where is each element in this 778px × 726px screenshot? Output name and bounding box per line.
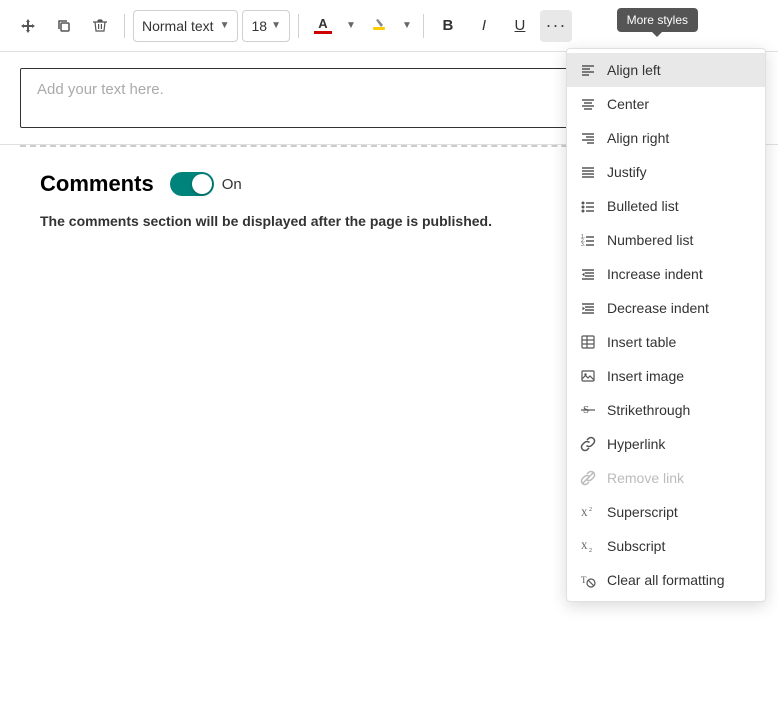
- dropdown-item-clear-formatting[interactable]: T Clear all formatting: [567, 563, 765, 597]
- clear-formatting-label: Clear all formatting: [607, 572, 725, 588]
- decrease-indent-label: Decrease indent: [607, 300, 709, 316]
- dropdown-item-insert-table[interactable]: Insert table: [567, 325, 765, 359]
- style-label: Normal text: [142, 18, 214, 34]
- increase-indent-icon: [579, 265, 597, 283]
- italic-label: I: [482, 17, 486, 34]
- clear-format-icon: T: [579, 571, 597, 589]
- increase-indent-label: Increase indent: [607, 266, 703, 282]
- dropdown-item-justify[interactable]: Justify: [567, 155, 765, 189]
- align-left-icon: [579, 61, 597, 79]
- strikethrough-icon: S: [579, 401, 597, 419]
- toggle-knob: [192, 174, 212, 194]
- toggle-wrapper: On: [170, 172, 242, 196]
- dropdown-item-align-left[interactable]: Align left: [567, 53, 765, 87]
- font-size-value: 18: [251, 18, 267, 34]
- svg-text:2: 2: [589, 548, 592, 554]
- dropdown-item-superscript[interactable]: X2 Superscript: [567, 495, 765, 529]
- decrease-indent-icon: [579, 299, 597, 317]
- more-dots-icon: ···: [545, 15, 566, 36]
- more-styles-tooltip: More styles: [617, 8, 698, 32]
- svg-text:2: 2: [589, 507, 592, 513]
- hyperlink-icon: [579, 435, 597, 453]
- svg-text:3.: 3.: [581, 242, 585, 248]
- justify-label: Justify: [607, 164, 647, 180]
- subscript-icon: X2: [579, 537, 597, 555]
- align-right-label: Align right: [607, 130, 669, 146]
- toolbar-divider-1: [124, 14, 125, 38]
- underline-label: U: [515, 17, 526, 34]
- font-color-chevron-button[interactable]: ▼: [343, 10, 359, 42]
- font-color-label: A: [318, 17, 327, 30]
- hyperlink-label: Hyperlink: [607, 436, 665, 452]
- dropdown-item-numbered-list[interactable]: 1.2.3. Numbered list: [567, 223, 765, 257]
- font-size-dropdown[interactable]: 18 ▼: [242, 10, 289, 42]
- remove-link-icon: [579, 469, 597, 487]
- move-button[interactable]: [12, 10, 44, 42]
- highlight-chevron-button[interactable]: ▼: [399, 10, 415, 42]
- highlight-button[interactable]: [363, 10, 395, 42]
- align-center-icon: [579, 95, 597, 113]
- style-chevron-icon: ▼: [220, 20, 230, 31]
- image-icon: [579, 367, 597, 385]
- svg-text:X: X: [581, 508, 588, 518]
- toolbar-divider-2: [298, 14, 299, 38]
- align-left-label: Align left: [607, 62, 661, 78]
- toggle-state-label: On: [222, 176, 242, 193]
- toolbar-divider-3: [423, 14, 424, 38]
- numbered-list-icon: 1.2.3.: [579, 231, 597, 249]
- bold-label: B: [443, 17, 454, 34]
- highlight-icon: [371, 18, 387, 34]
- bold-button[interactable]: B: [432, 10, 464, 42]
- italic-button[interactable]: I: [468, 10, 500, 42]
- font-color-bar: [314, 31, 332, 34]
- numbered-list-label: Numbered list: [607, 232, 693, 248]
- bulleted-list-icon: [579, 197, 597, 215]
- delete-button[interactable]: [84, 10, 116, 42]
- remove-link-label: Remove link: [607, 470, 684, 486]
- font-color-button[interactable]: A: [307, 10, 339, 42]
- dropdown-item-center[interactable]: Center: [567, 87, 765, 121]
- superscript-label: Superscript: [607, 504, 678, 520]
- dropdown-menu: Align left Center Align right Justify: [566, 48, 766, 602]
- bulleted-list-label: Bulleted list: [607, 198, 679, 214]
- more-button[interactable]: ···: [540, 10, 572, 42]
- underline-button[interactable]: U: [504, 10, 536, 42]
- insert-table-label: Insert table: [607, 334, 676, 350]
- dropdown-item-strikethrough[interactable]: S Strikethrough: [567, 393, 765, 427]
- tooltip-label: More styles: [627, 13, 688, 27]
- editor-placeholder: Add your text here.: [37, 81, 164, 98]
- center-label: Center: [607, 96, 649, 112]
- insert-image-label: Insert image: [607, 368, 684, 384]
- strikethrough-label: Strikethrough: [607, 402, 690, 418]
- superscript-icon: X2: [579, 503, 597, 521]
- page-wrapper: More styles Normal text ▼ 18 ▼ A: [0, 0, 778, 726]
- svg-text:T: T: [581, 575, 587, 585]
- dropdown-item-subscript[interactable]: X2 Subscript: [567, 529, 765, 563]
- dropdown-item-align-right[interactable]: Align right: [567, 121, 765, 155]
- style-dropdown[interactable]: Normal text ▼: [133, 10, 238, 42]
- font-size-chevron-icon: ▼: [271, 20, 281, 31]
- subscript-label: Subscript: [607, 538, 665, 554]
- comments-toggle[interactable]: [170, 172, 214, 196]
- align-right-icon: [579, 129, 597, 147]
- table-icon: [579, 333, 597, 351]
- justify-icon: [579, 163, 597, 181]
- dropdown-item-hyperlink[interactable]: Hyperlink: [567, 427, 765, 461]
- dropdown-item-bulleted-list[interactable]: Bulleted list: [567, 189, 765, 223]
- dropdown-item-insert-image[interactable]: Insert image: [567, 359, 765, 393]
- svg-text:X: X: [581, 541, 588, 551]
- dropdown-item-increase-indent[interactable]: Increase indent: [567, 257, 765, 291]
- dropdown-item-remove-link: Remove link: [567, 461, 765, 495]
- comments-title: Comments: [40, 171, 154, 197]
- duplicate-button[interactable]: [48, 10, 80, 42]
- dropdown-item-decrease-indent[interactable]: Decrease indent: [567, 291, 765, 325]
